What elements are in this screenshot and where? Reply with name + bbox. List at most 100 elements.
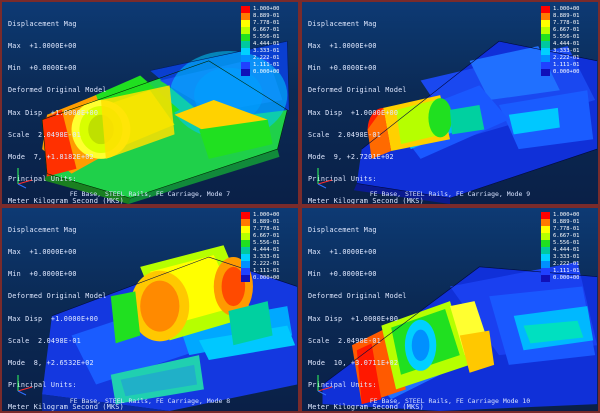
- legend-row: 4.444-01: [241, 247, 293, 254]
- info-line: Deformed Original Model: [8, 86, 107, 95]
- legend-swatch: [241, 20, 250, 27]
- info-line: Displacement Mag: [8, 225, 77, 234]
- legend-swatch: [241, 240, 250, 247]
- legend-swatch: [241, 275, 250, 282]
- legend-swatch: [541, 34, 550, 41]
- legend-value: 4.444-01: [253, 41, 280, 47]
- info-line: Mode 10, +3.0711E+02: [308, 359, 399, 368]
- info-line: Scale 2.0498E-01: [308, 130, 381, 139]
- legend-swatch: [241, 62, 250, 69]
- legend-row: 2.222-01: [241, 261, 293, 268]
- legend-value: 3.333-01: [253, 48, 280, 54]
- info-line: Max Disp +1.0000E+00: [308, 108, 399, 117]
- legend-row: 7.778-01: [241, 20, 293, 27]
- legend-row: 5.556-01: [541, 240, 593, 247]
- legend-row: 8.889-01: [241, 219, 293, 226]
- legend-swatch: [541, 240, 550, 247]
- legend-swatch: [541, 69, 550, 76]
- legend-swatch: [541, 254, 550, 261]
- legend-swatch: [241, 34, 250, 41]
- legend-value: 0.000+00: [553, 69, 580, 75]
- legend-value: 5.556-01: [553, 240, 580, 246]
- viewport-caption: FE Base, STEEL Rails, FE Carriage, Mode …: [69, 397, 231, 405]
- legend-value: 3.333-01: [553, 48, 580, 54]
- legend-value: 0.000+00: [253, 69, 280, 75]
- viewport-mode-10[interactable]: Displacement Mag Max +1.0000E+00 Min +0.…: [300, 206, 600, 413]
- legend-value: 1.111-01: [553, 62, 580, 68]
- legend-value: 2.222-01: [553, 55, 580, 61]
- legend-row: 8.889-01: [541, 219, 593, 226]
- legend-row: 4.444-01: [541, 41, 593, 48]
- legend-swatch: [241, 212, 250, 219]
- viewport-mode-8[interactable]: Displacement Mag Max +1.0000E+00 Min +0.…: [0, 206, 300, 413]
- info-line: Max Disp +1.0000E+00: [8, 108, 99, 117]
- viewport-mode-9[interactable]: Displacement Mag Max +1.0000E+00 Min +0.…: [300, 0, 600, 206]
- legend-value: 1.000+00: [553, 6, 580, 12]
- info-line: Scale 2.0498E-01: [8, 130, 81, 139]
- legend-value: 6.667-01: [253, 27, 280, 33]
- info-line: Max +1.0000E+00: [308, 42, 377, 51]
- legend-value: 2.222-01: [553, 261, 580, 267]
- legend-value: 2.222-01: [253, 261, 280, 267]
- legend-value: 5.556-01: [253, 34, 280, 40]
- legend-swatch: [541, 219, 550, 226]
- legend-row: 5.556-01: [241, 240, 293, 247]
- legend-swatch: [241, 69, 250, 76]
- legend-value: 3.333-01: [253, 254, 280, 260]
- color-legend: 1.000+00 8.889-01 7.778-01 6.667-01 5.55…: [541, 212, 593, 282]
- legend-value: 8.889-01: [253, 219, 280, 225]
- legend-row: 3.333-01: [241, 48, 293, 55]
- modal-results-window: Displacement Mag Max +1.0000E+00 Min +0.…: [0, 0, 600, 413]
- info-line: Max +1.0000E+00: [8, 248, 77, 257]
- legend-value: 8.889-01: [553, 219, 580, 225]
- info-line: Displacement Mag: [308, 19, 377, 28]
- legend-row: 4.444-01: [541, 247, 593, 254]
- legend-value: 7.778-01: [553, 20, 580, 26]
- legend-swatch: [241, 48, 250, 55]
- legend-row: 0.000+00: [541, 69, 593, 76]
- legend-swatch: [241, 247, 250, 254]
- legend-value: 1.000+00: [253, 6, 280, 12]
- legend-row: 0.000+00: [241, 275, 293, 282]
- info-line: Meter Kilogram Second (MKS): [8, 197, 124, 206]
- legend-row: 1.111-01: [541, 62, 593, 69]
- legend-swatch: [241, 27, 250, 34]
- legend-swatch: [541, 27, 550, 34]
- legend-swatch: [541, 13, 550, 20]
- legend-value: 2.222-01: [253, 55, 280, 61]
- info-line: Deformed Original Model: [8, 292, 107, 301]
- legend-swatch: [241, 254, 250, 261]
- legend-swatch: [541, 233, 550, 240]
- color-legend: 1.000+00 8.889-01 7.778-01 6.667-01 5.55…: [241, 212, 293, 282]
- info-line: Mode 8, +2.6532E+02: [8, 359, 94, 368]
- info-line: Mode 7, +1.8182E+02: [8, 153, 94, 162]
- info-line: Mode 9, +2.7201E+02: [308, 153, 394, 162]
- info-line: Min +0.0000E+00: [308, 270, 377, 279]
- legend-value: 7.778-01: [253, 20, 280, 26]
- legend-row: 1.000+00: [541, 212, 593, 219]
- legend-row: 8.889-01: [541, 13, 593, 20]
- legend-swatch: [541, 41, 550, 48]
- legend-row: 4.444-01: [241, 41, 293, 48]
- info-line: Meter Kilogram Second (MKS): [308, 197, 424, 206]
- legend-value: 7.778-01: [253, 226, 280, 232]
- viewport-mode-7[interactable]: Displacement Mag Max +1.0000E+00 Min +0.…: [0, 0, 300, 206]
- legend-swatch: [541, 48, 550, 55]
- legend-row: 3.333-01: [541, 254, 593, 261]
- legend-row: 3.333-01: [541, 48, 593, 55]
- legend-row: 3.333-01: [241, 254, 293, 261]
- legend-row: 2.222-01: [241, 55, 293, 62]
- legend-row: 2.222-01: [541, 55, 593, 62]
- legend-swatch: [541, 6, 550, 13]
- legend-swatch: [241, 219, 250, 226]
- legend-swatch: [541, 261, 550, 268]
- info-line: Min +0.0000E+00: [308, 64, 377, 73]
- legend-value: 3.333-01: [553, 254, 580, 260]
- viewport-caption: FE Base, STEEL Rails, FE Carriage Mode 1…: [369, 397, 531, 405]
- legend-swatch: [241, 268, 250, 275]
- info-line: Deformed Original Model: [308, 86, 407, 95]
- legend-value: 6.667-01: [553, 233, 580, 239]
- color-legend: 1.000+00 8.889-01 7.778-01 6.667-01 5.55…: [241, 6, 293, 76]
- legend-swatch: [541, 20, 550, 27]
- legend-swatch: [541, 275, 550, 282]
